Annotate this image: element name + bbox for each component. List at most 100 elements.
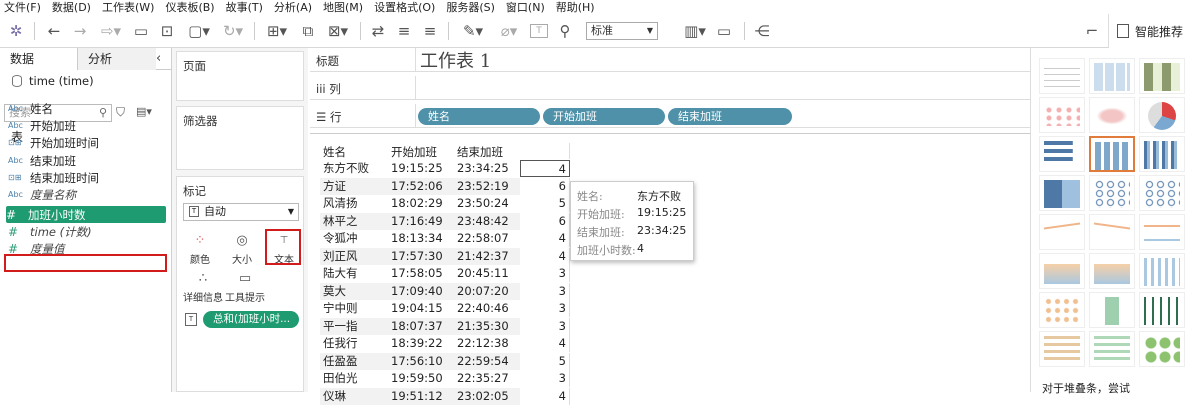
menu-item[interactable]: 数据(D) <box>48 0 98 15</box>
hours-value-cell[interactable]: 5 <box>520 195 570 212</box>
share-icon[interactable]: ⋲ <box>752 20 772 42</box>
row-start-cell[interactable]: 18:02:29 <box>391 195 443 212</box>
filter-icon[interactable]: ⛉ <box>116 105 125 120</box>
packed-bubbles-thumb[interactable] <box>1139 331 1185 367</box>
side-by-side-bar-thumb[interactable] <box>1139 136 1185 172</box>
treemap-thumb[interactable] <box>1039 175 1085 211</box>
datasource-icon[interactable]: ▢▾ <box>184 20 214 42</box>
pages-card[interactable]: 页面 <box>176 51 304 101</box>
scatter-thumb[interactable] <box>1039 292 1085 328</box>
detail-button[interactable]: ∴ 详细信息 <box>183 269 223 305</box>
field-item[interactable]: Abc 结束加班 <box>8 152 76 169</box>
filled-map-thumb[interactable] <box>1089 97 1135 133</box>
row-start-cell[interactable]: 17:09:40 <box>391 283 443 300</box>
symbol-map-thumb[interactable] <box>1039 97 1085 133</box>
list-view-icon[interactable]: ▤▾ <box>136 105 152 118</box>
row-start-cell[interactable]: 17:16:49 <box>391 213 443 230</box>
row-start-cell[interactable]: 19:51:12 <box>391 388 443 405</box>
color-button[interactable]: ⁘ 颜色 <box>183 231 217 267</box>
swap-icon[interactable]: ⇄ <box>368 20 388 42</box>
menu-item[interactable]: 帮助(H) <box>552 0 602 15</box>
menu-item[interactable]: 设置格式(O) <box>370 0 442 15</box>
tableau-logo-icon[interactable]: ✲ <box>6 20 26 42</box>
row-start-cell[interactable]: 17:58:05 <box>391 265 443 282</box>
row-start-cell[interactable]: 18:07:37 <box>391 318 443 335</box>
histogram-thumb[interactable] <box>1089 292 1135 328</box>
dual-line-thumb[interactable] <box>1139 214 1185 250</box>
row-end-cell[interactable]: 23:02:05 <box>457 388 509 405</box>
dual-combo-thumb[interactable] <box>1139 253 1185 289</box>
highlight-icon[interactable]: ✎▾ <box>458 20 488 42</box>
gantt-thumb[interactable] <box>1039 331 1085 367</box>
presentation-icon[interactable]: ▭ <box>714 20 734 42</box>
smart-recommend-tab[interactable]: 智能推荐 <box>1108 14 1200 48</box>
sort-desc-icon[interactable]: ≡ <box>420 20 440 42</box>
hours-value-cell[interactable]: 5 <box>520 352 570 370</box>
header-end[interactable]: 结束加班 <box>457 144 503 160</box>
menu-item[interactable]: 服务器(S) <box>442 0 502 15</box>
row-end-cell[interactable]: 21:42:37 <box>457 248 509 265</box>
new-datasource-icon[interactable]: ⊡ <box>158 20 176 42</box>
row-start-cell[interactable]: 19:04:15 <box>391 300 443 317</box>
row-end-cell[interactable]: 22:58:07 <box>457 230 509 247</box>
tooltip-button[interactable]: ▭ 工具提示 <box>225 269 265 305</box>
mark-type-select[interactable]: T 自动 ▼ <box>183 203 299 221</box>
heatmap-thumb[interactable] <box>1139 58 1185 94</box>
menu-item[interactable]: 仪表板(B) <box>161 0 221 15</box>
hours-value-cell[interactable]: 3 <box>520 317 570 335</box>
area-discrete-thumb[interactable] <box>1089 253 1135 289</box>
line-discrete-thumb[interactable] <box>1089 214 1135 250</box>
new-sheet-icon[interactable]: ⊞▾ <box>262 20 292 42</box>
hours-value-cell[interactable]: 3 <box>520 282 570 300</box>
row-start-cell[interactable]: 18:13:34 <box>391 230 443 247</box>
row-name-cell[interactable]: 仪琳 <box>323 388 346 405</box>
row-name-cell[interactable]: 林平之 <box>323 213 358 230</box>
tab-data[interactable]: 数据 <box>0 48 78 70</box>
attach-icon[interactable]: ⌀▾ <box>494 20 524 42</box>
field-item[interactable]: ⊡⊞ 结束加班时间 <box>8 169 99 186</box>
row-start-cell[interactable]: 19:15:25 <box>391 160 443 177</box>
circle-view-thumb[interactable] <box>1089 175 1135 211</box>
fit-select[interactable]: 标准 ▼ <box>586 22 658 40</box>
field-item[interactable]: ⊡⊞ 开始加班时间 <box>8 134 99 151</box>
menu-item[interactable]: 文件(F) <box>0 0 48 15</box>
field-item[interactable]: Abc 姓名 <box>8 100 53 117</box>
row-end-cell[interactable]: 23:52:19 <box>457 178 509 195</box>
menu-item[interactable]: 故事(T) <box>222 0 270 15</box>
row-name-cell[interactable]: 田伯光 <box>323 370 358 387</box>
row-pill-end[interactable]: 结束加班 <box>668 108 792 125</box>
menu-item[interactable]: 分析(A) <box>270 0 319 15</box>
hours-value-cell[interactable]: 3 <box>520 265 570 282</box>
field-item[interactable]: Abc 度量名称 <box>8 186 76 203</box>
stacked-bar-thumb[interactable] <box>1089 136 1135 172</box>
sort-asc-icon[interactable]: ≡ <box>394 20 414 42</box>
refresh-icon[interactable]: ↻▾ <box>218 20 248 42</box>
highlight-table-thumb[interactable] <box>1089 58 1135 94</box>
header-name[interactable]: 姓名 <box>323 144 346 160</box>
columns-dropzone[interactable] <box>415 76 1030 99</box>
row-end-cell[interactable]: 23:34:25 <box>457 160 509 177</box>
replay-icon[interactable]: ⇨▾ <box>96 20 126 42</box>
line-continuous-thumb[interactable] <box>1039 214 1085 250</box>
size-button[interactable]: ◎ 大小 <box>225 231 259 267</box>
header-start[interactable]: 开始加班 <box>391 144 437 160</box>
bullet-thumb[interactable] <box>1089 331 1135 367</box>
collapse-icon[interactable]: ‹ <box>156 51 161 66</box>
menu-item[interactable]: 地图(M) <box>319 0 370 15</box>
sheet-title[interactable]: 工作表 1 <box>420 47 491 73</box>
row-end-cell[interactable]: 22:12:38 <box>457 335 509 352</box>
side-by-side-circle-thumb[interactable] <box>1139 175 1185 211</box>
box-plot-thumb[interactable] <box>1139 292 1185 328</box>
row-end-cell[interactable]: 21:35:30 <box>457 318 509 335</box>
row-name-cell[interactable]: 平一指 <box>323 318 358 335</box>
undo-icon[interactable]: ← <box>44 20 64 42</box>
field-item[interactable]: Abc 开始加班 <box>8 117 76 134</box>
row-start-cell[interactable]: 17:52:06 <box>391 178 443 195</box>
row-end-cell[interactable]: 23:50:24 <box>457 195 509 212</box>
row-name-cell[interactable]: 方证 <box>323 178 346 195</box>
hours-value-cell[interactable]: 4 <box>520 335 570 352</box>
redo-icon[interactable]: → <box>70 20 90 42</box>
row-name-cell[interactable]: 任盈盈 <box>323 353 358 370</box>
row-pill-start[interactable]: 开始加班 <box>543 108 665 125</box>
row-start-cell[interactable]: 17:56:10 <box>391 353 443 370</box>
